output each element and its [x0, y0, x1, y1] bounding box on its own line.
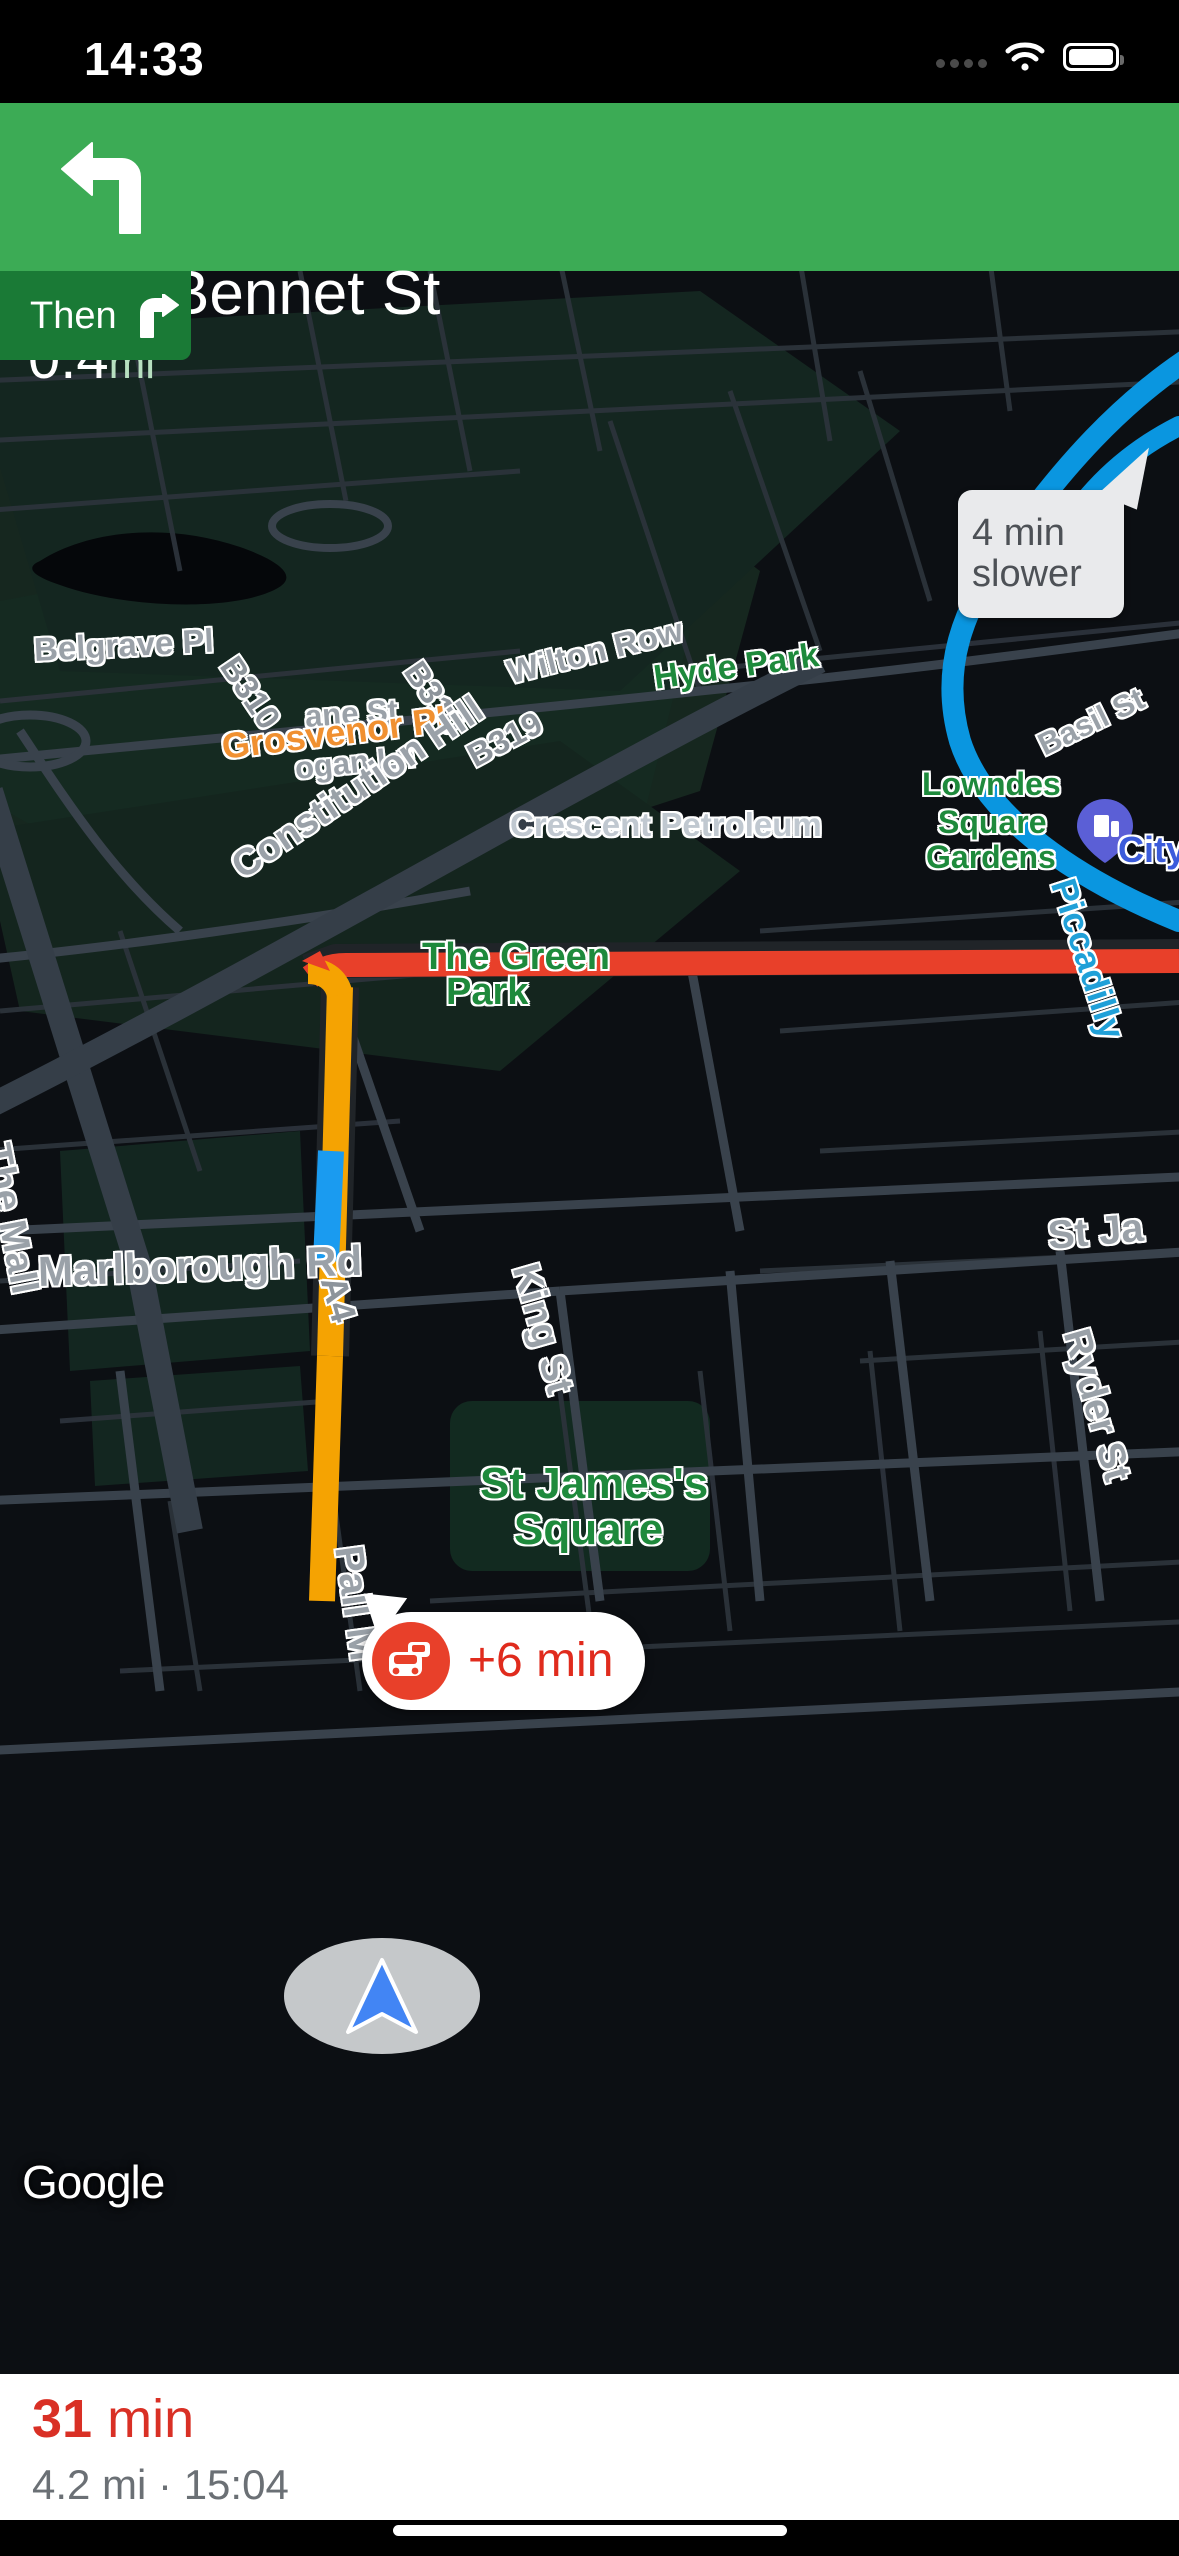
- turn-right-arrow-icon: [139, 293, 179, 338]
- wifi-icon: [1005, 42, 1045, 72]
- user-location-marker[interactable]: [284, 1938, 480, 2054]
- trip-details: 4.2 mi · 15:04: [32, 2461, 289, 2508]
- navigation-banner[interactable]: Bennet St: [0, 103, 1179, 325]
- map-label: Gardens: [926, 839, 1056, 875]
- map-label: Square: [514, 1505, 664, 1554]
- next-street-name: Bennet St: [168, 259, 441, 328]
- eta-unit: min: [107, 2389, 195, 2449]
- traffic-delay-label: +6 min: [468, 1634, 614, 1687]
- slower-route-tooltip[interactable]: 4 min slower: [958, 436, 1161, 618]
- signal-dots-icon: [936, 36, 987, 78]
- map-label: Square: [938, 804, 1047, 840]
- status-bar-time: 14:33: [84, 33, 205, 85]
- map-label: City: [1118, 829, 1179, 870]
- turn-left-arrow-icon: [61, 142, 141, 234]
- trip-summary-sheet[interactable]: 31 min 4.2 mi · 15:04: [0, 2374, 1179, 2520]
- map-label: Crescent Petroleum: [510, 806, 822, 843]
- home-indicator[interactable]: [392, 2525, 787, 2536]
- status-bar: 14:33: [0, 0, 1179, 103]
- navigation-arrow-icon: [346, 1958, 418, 2034]
- then-maneuver-box[interactable]: Then: [0, 271, 191, 360]
- google-attribution: Google: [22, 2156, 165, 2208]
- status-bar-indicators: [936, 36, 1124, 78]
- slower-tooltip-line2: slower: [972, 553, 1082, 595]
- then-label: Then: [30, 294, 117, 337]
- traffic-delay-badge[interactable]: +6 min: [362, 1580, 646, 1710]
- map-label: St James's: [480, 1459, 709, 1508]
- slower-tooltip-line1: 4 min: [972, 511, 1065, 554]
- map-label: Park: [446, 971, 529, 1013]
- eta-duration: 31 min: [32, 2392, 194, 2446]
- phone-screen: ane St ogan Ln B319 Basil St Lowndes Square Ga…: [0, 0, 1179, 2556]
- battery-icon: [1063, 43, 1124, 71]
- eta-value: 31: [32, 2389, 93, 2449]
- map-label: Lowndes: [922, 766, 1061, 802]
- map-label: Belgrave Pl: [33, 621, 215, 668]
- map-label: St Ja: [1046, 1205, 1146, 1258]
